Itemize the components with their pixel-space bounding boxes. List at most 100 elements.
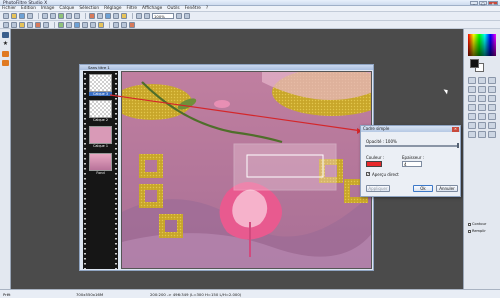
close-icon[interactable]: ✕	[488, 0, 498, 5]
star-icon[interactable]: ★	[2, 41, 9, 47]
negative-icon[interactable]	[74, 21, 80, 28]
menu-reglage[interactable]: Réglage	[104, 6, 121, 11]
menu-image[interactable]: Image	[41, 6, 54, 11]
undo-icon[interactable]	[66, 13, 72, 19]
spray-icon[interactable]	[468, 95, 476, 102]
menu-fenetre[interactable]: Fenêtre	[185, 6, 201, 11]
gamma-icon[interactable]	[43, 21, 49, 28]
advanced-brush-icon[interactable]	[488, 95, 496, 102]
redo-icon[interactable]	[74, 13, 80, 19]
flip-icon[interactable]	[113, 13, 119, 19]
brush-icon[interactable]	[478, 95, 486, 102]
brightness-icon[interactable]	[19, 21, 25, 28]
status-bar: Prêt 700x550x16M 200:200 -> 496:349 (L=3…	[0, 289, 500, 298]
opacity-slider[interactable]	[365, 145, 459, 147]
menu-outils[interactable]: Outils	[167, 6, 179, 11]
layer-label: Calque 3	[89, 92, 112, 96]
magic-wand-icon[interactable]	[488, 77, 496, 84]
select-tool-icon[interactable]	[478, 77, 486, 84]
ok-button[interactable]: Ok	[413, 185, 433, 192]
apply-button[interactable]: Appliquer	[366, 185, 390, 192]
app-title: PhotoFiltre Studio X	[3, 0, 48, 6]
canvas-size-icon[interactable]	[97, 13, 103, 19]
pipette-icon[interactable]	[468, 86, 476, 93]
cut-icon[interactable]	[42, 13, 48, 19]
crop-icon[interactable]	[121, 13, 127, 19]
frame-icon[interactable]	[129, 21, 135, 28]
copy-icon[interactable]	[50, 13, 56, 19]
sharpen-icon[interactable]	[90, 21, 96, 28]
layer-thumb-calque1[interactable]: Calque 1	[89, 126, 112, 148]
open-folder-icon[interactable]	[11, 13, 17, 19]
color-swatch[interactable]	[366, 161, 382, 167]
polygon-icon[interactable]	[468, 131, 476, 138]
shape-tool-icon[interactable]	[488, 113, 496, 120]
auto-contrast-icon[interactable]	[11, 21, 17, 28]
lasso-icon[interactable]	[478, 131, 486, 138]
opacity-label: Opacité : 100%	[366, 139, 397, 144]
opacity-slider-thumb[interactable]	[456, 143, 459, 148]
cancel-button[interactable]: Annuler	[436, 185, 458, 192]
layer-thumb-calque3[interactable]: Calque 3	[89, 74, 112, 96]
menu-help[interactable]: ?	[206, 6, 208, 11]
contrast-icon[interactable]	[27, 21, 33, 28]
zoom-in-icon[interactable]	[144, 13, 150, 19]
star-shape-icon[interactable]	[488, 131, 496, 138]
layer-thumbnail	[89, 153, 112, 171]
dialog-close-icon[interactable]: ✕	[452, 126, 459, 132]
fill-option[interactable]: Remplir	[468, 229, 486, 233]
rotate-icon[interactable]	[105, 13, 111, 19]
filter-icon[interactable]	[113, 21, 119, 28]
image-size-icon[interactable]	[89, 13, 95, 19]
paste-icon[interactable]	[58, 13, 64, 19]
line-tool-icon[interactable]	[478, 86, 486, 93]
smudge-icon[interactable]	[478, 104, 486, 111]
fit-window-icon[interactable]	[176, 13, 182, 19]
color-picker-gradient[interactable]	[468, 34, 496, 56]
blur-icon[interactable]	[82, 21, 88, 28]
print-icon[interactable]	[27, 13, 33, 19]
menu-selection[interactable]: Sélection	[79, 6, 99, 11]
layer-thumb-calque2[interactable]: Calque 2	[89, 100, 112, 122]
image-canvas[interactable]	[121, 71, 372, 269]
eraser-icon[interactable]	[468, 113, 476, 120]
toolbar-separator	[109, 21, 110, 28]
auto-levels-icon[interactable]	[3, 21, 9, 28]
fill-bucket-icon[interactable]	[488, 86, 496, 93]
stamp-icon[interactable]	[488, 104, 496, 111]
blur-finger-icon[interactable]	[468, 104, 476, 111]
contour-option[interactable]: Contour	[468, 222, 486, 226]
pointer-tool-icon[interactable]	[468, 77, 476, 84]
rectangle-icon[interactable]	[468, 122, 476, 129]
new-file-icon[interactable]	[3, 13, 9, 19]
ellipse-icon[interactable]	[478, 122, 486, 129]
saturation-icon[interactable]	[35, 21, 41, 28]
rounded-rect-icon[interactable]	[488, 122, 496, 129]
actual-size-icon[interactable]	[184, 13, 190, 19]
orange-square-icon[interactable]	[2, 51, 9, 57]
minimize-icon[interactable]: –	[470, 0, 478, 5]
maximize-icon[interactable]: □	[479, 0, 487, 5]
emboss-icon[interactable]	[98, 21, 104, 28]
fill-checkbox[interactable]	[468, 229, 471, 233]
save-icon[interactable]	[19, 13, 25, 19]
foreground-color-swatch[interactable]	[470, 59, 479, 68]
menu-calque[interactable]: Calque	[59, 6, 74, 11]
contour-checkbox[interactable]	[468, 222, 471, 226]
zoom-select[interactable]: 100%	[152, 13, 174, 19]
sepia-icon[interactable]	[66, 21, 72, 28]
layer-panel-icon[interactable]	[2, 32, 9, 38]
menu-affichage[interactable]: Affichage	[142, 6, 162, 11]
menu-filtre[interactable]: Filtre	[127, 6, 138, 11]
preview-checkbox[interactable]: ✓	[366, 172, 370, 176]
orange-square-icon[interactable]	[2, 60, 9, 66]
menu-fichier[interactable]: Fichier	[2, 6, 16, 11]
texture-icon[interactable]	[121, 21, 127, 28]
menu-edition[interactable]: Edition	[21, 6, 36, 11]
text-tool-icon[interactable]	[478, 113, 486, 120]
grayscale-icon[interactable]	[58, 21, 64, 28]
status-image-size: 700x550x16M	[76, 292, 104, 297]
zoom-out-icon[interactable]	[136, 13, 142, 19]
layer-thumb-fond[interactable]: Fond	[89, 153, 112, 175]
thickness-field[interactable]: 4	[402, 161, 422, 167]
